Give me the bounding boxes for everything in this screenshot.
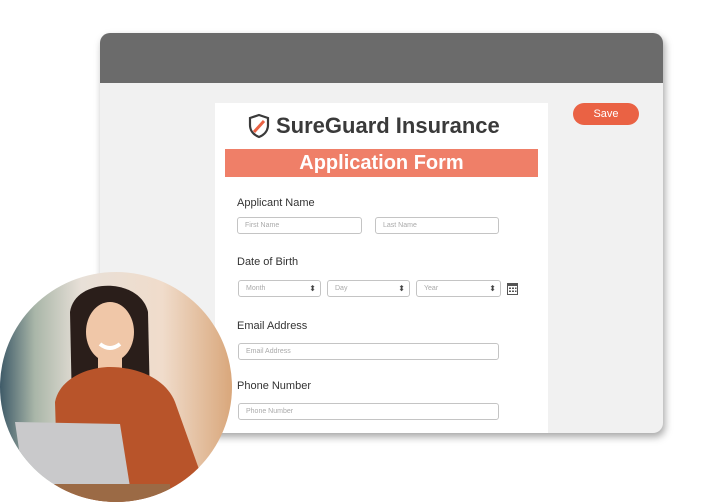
woman-with-laptop-illustration [15,285,200,502]
customer-photo [0,272,232,502]
first-name-input[interactable]: First Name [237,217,362,234]
title-bar [100,33,663,83]
application-form: SureGuard Insurance Application Form App… [215,103,548,433]
month-select[interactable]: Month [238,280,321,297]
brand-name: SureGuard Insurance [276,113,500,138]
last-name-input[interactable]: Last Name [375,217,499,234]
shield-icon [248,113,270,139]
year-select[interactable]: Year [416,280,501,297]
form-title: Application Form [225,149,538,177]
day-select[interactable]: Day [327,280,410,297]
save-button[interactable]: Save [573,103,639,125]
applicant-name-label: Applicant Name [237,197,315,209]
dob-label: Date of Birth [237,256,299,268]
email-label: Email Address [237,320,308,332]
email-input[interactable]: Email Address [238,343,499,360]
brand-logo: SureGuard Insurance [248,113,500,139]
phone-input[interactable]: Phone Number [238,403,499,420]
calendar-icon[interactable] [507,282,518,295]
phone-label: Phone Number [237,380,311,392]
